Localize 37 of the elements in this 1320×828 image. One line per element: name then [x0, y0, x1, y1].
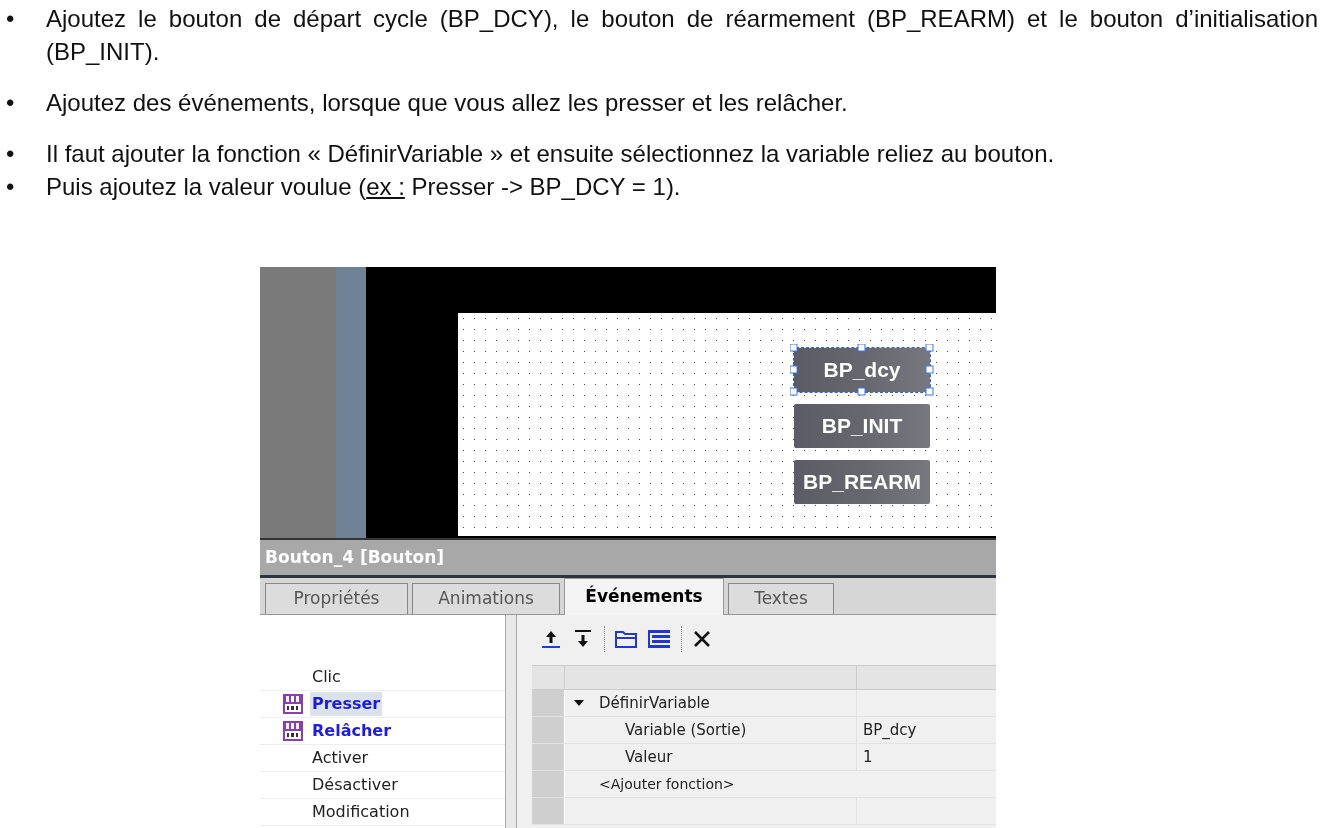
- event-item[interactable]: Modification: [310, 800, 412, 824]
- tab[interactable]: Textes: [728, 583, 834, 614]
- folder-icon[interactable]: [615, 629, 637, 649]
- row-header-cell[interactable]: [532, 771, 565, 797]
- event-item[interactable]: Presser: [310, 692, 383, 716]
- event-item[interactable]: Désactiver: [310, 773, 400, 797]
- bullet: •: [5, 88, 16, 118]
- hmi-button[interactable]: BP_INIT: [794, 404, 930, 448]
- bullet: •: [5, 139, 16, 169]
- delete-icon[interactable]: [692, 629, 712, 649]
- instruction-text: Il faut ajouter la fonction « DéfinirVariable » et ensuite sélectionnez la variable reliez au bouton.: [46, 139, 1056, 169]
- bullet: •: [5, 4, 16, 34]
- instruction-text: Ajoutez le bouton de départ cycle (BP_DCY), le bouton de réarmement (BP_REARM) et le bouton d’initialisation (BP_INIT).: [46, 4, 1318, 67]
- function-name[interactable]: DéfinirVariable: [599, 691, 710, 715]
- tab[interactable]: Propriétés: [265, 583, 408, 614]
- parameter-name: Valeur: [624, 746, 673, 768]
- row-header-cell[interactable]: [532, 690, 565, 716]
- collapse-triangle-icon[interactable]: [573, 698, 585, 708]
- bullet: •: [5, 172, 16, 202]
- row-header-cell[interactable]: [532, 744, 565, 770]
- row-header-cell[interactable]: [532, 798, 565, 824]
- inspector-title: Bouton_4 [Bouton]: [260, 540, 996, 575]
- instruction-text: Ajoutez des événements, lorsque que vous allez les presser et les relâcher.: [46, 88, 849, 118]
- event-item[interactable]: Relâcher: [310, 719, 394, 743]
- hmi-button[interactable]: BP_dcy: [794, 348, 930, 392]
- instruction-text: Puis ajoutez la valeur voulue (ex : Presser -> BP_DCY = 1).: [46, 172, 682, 202]
- tab[interactable]: Animations: [412, 583, 560, 614]
- row-header-cell[interactable]: [532, 717, 565, 743]
- hmi-button[interactable]: BP_REARM: [794, 460, 930, 504]
- list-icon[interactable]: [647, 629, 671, 649]
- event-item[interactable]: Clic: [310, 665, 343, 689]
- parameter-value[interactable]: 1: [863, 745, 873, 769]
- event-item[interactable]: Activer: [310, 746, 371, 770]
- parameter-value[interactable]: BP_dcy: [863, 718, 917, 742]
- add-function-item[interactable]: <Ajouter fonction>: [565, 773, 735, 795]
- parameter-name: Variable (Sortie): [624, 719, 747, 741]
- tab[interactable]: Événements: [564, 578, 724, 615]
